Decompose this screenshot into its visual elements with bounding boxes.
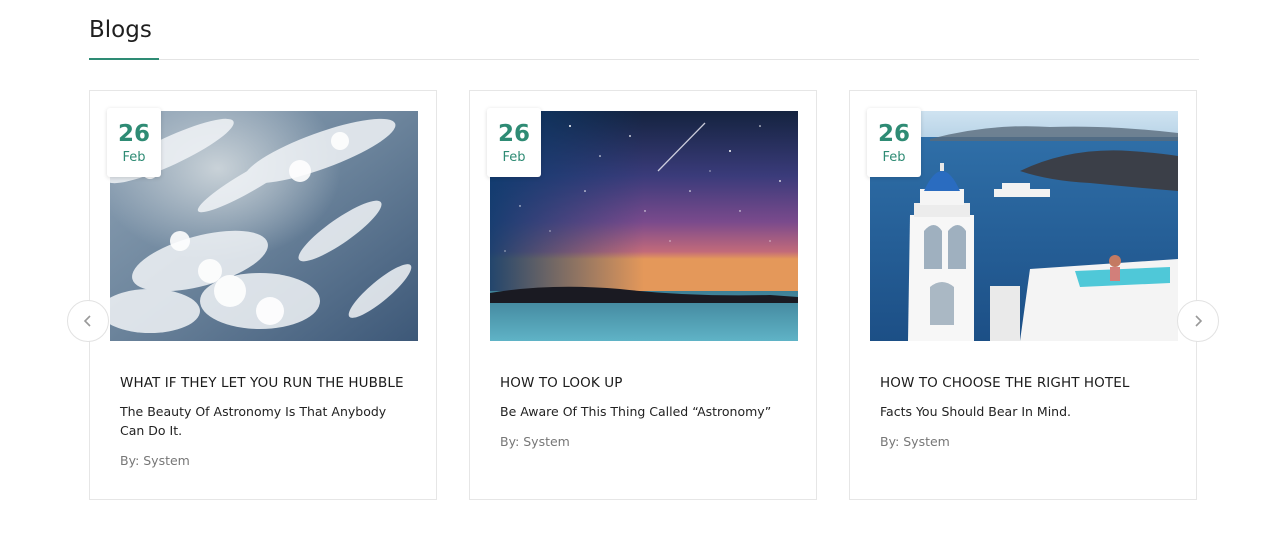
title-divider	[89, 59, 1199, 60]
date-badge: 26 Feb	[107, 108, 161, 177]
chevron-left-icon	[83, 315, 91, 327]
date-day: 26	[497, 121, 530, 147]
post-author: By: System	[880, 434, 950, 449]
blog-card[interactable]: 26 Feb WHAT IF THEY LET YOU RUN THE HUBB…	[89, 90, 437, 500]
post-author: By: System	[500, 434, 570, 449]
date-month: Feb	[122, 150, 146, 165]
date-month: Feb	[502, 150, 526, 165]
date-badge: 26 Feb	[867, 108, 921, 177]
blog-card[interactable]: 26 Feb HOW TO CHOOSE THE RIGHT HOTEL Fac…	[849, 90, 1197, 500]
post-title[interactable]: WHAT IF THEY LET YOU RUN THE HUBBLE	[120, 374, 415, 392]
chevron-right-icon	[1195, 315, 1203, 327]
post-title[interactable]: HOW TO LOOK UP	[500, 374, 795, 392]
blog-card[interactable]: 26 Feb HOW TO LOOK UP Be Aware Of This T…	[469, 90, 817, 500]
carousel-prev-button[interactable]	[67, 300, 109, 342]
post-description: Facts You Should Bear In Mind.	[880, 404, 1071, 419]
post-description: Be Aware Of This Thing Called “Astronomy…	[500, 404, 772, 419]
title-accent-bar	[89, 58, 159, 60]
date-day: 26	[117, 121, 150, 147]
post-author: By: System	[120, 453, 190, 468]
post-description: The Beauty Of Astronomy Is That Anybody …	[120, 404, 387, 438]
date-day: 26	[877, 121, 910, 147]
carousel-next-button[interactable]	[1177, 300, 1219, 342]
date-badge: 26 Feb	[487, 108, 541, 177]
date-month: Feb	[882, 150, 906, 165]
section-title: Blogs	[89, 17, 152, 43]
post-title[interactable]: HOW TO CHOOSE THE RIGHT HOTEL	[880, 374, 1175, 392]
